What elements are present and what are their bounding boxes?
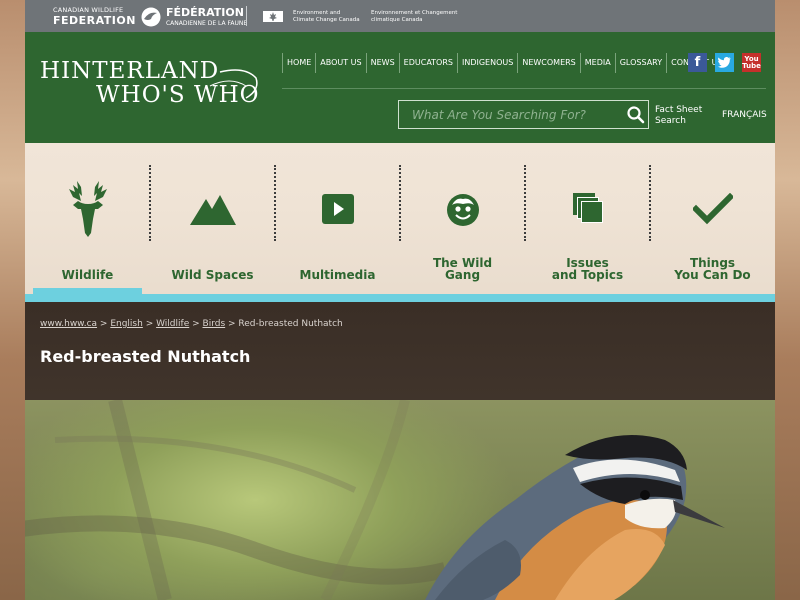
cwf-big-text: FEDERATION (53, 13, 136, 27)
cwf-bird-icon (141, 7, 161, 26)
page: CANADIAN WILDLIFE FEDERATION FÉDÉRATION … (25, 0, 775, 600)
eccc-en-text: Environment and Climate Change Canada (293, 10, 360, 23)
category-label: Multimedia (299, 268, 376, 282)
cwf-small-text: CANADIAN WILDLIFE (53, 6, 124, 15)
main-nav: HOME ABOUT US NEWS EDUCATORS INDIGENOUS … (282, 53, 727, 73)
search-icon[interactable] (624, 103, 648, 127)
category-label-line2: and Topics (551, 268, 624, 282)
eccc-fr-text: Environnement et Changement climatique C… (371, 10, 458, 23)
search-box (398, 100, 649, 129)
fact-sheet-line1: Fact Sheet (655, 105, 703, 115)
fact-sheet-line2: Search (655, 116, 686, 127)
breadcrumb-separator: > (192, 319, 203, 329)
search-input[interactable] (399, 101, 624, 128)
nav-indigenous[interactable]: INDIGENOUS (456, 53, 517, 73)
title-panel: www.hww.ca > English > Wildlife > Birds … (25, 302, 775, 400)
nav-educators[interactable]: EDUCATORS (398, 53, 457, 73)
category-label: Wild Spaces (171, 268, 254, 282)
header-divider (282, 88, 766, 89)
eccc-logo[interactable]: Environment and Climate Change Canada En… (263, 10, 461, 23)
nav-news[interactable]: NEWS (365, 53, 399, 73)
hinterland-logo[interactable]: HINTERLAND WHO'S WHO (40, 60, 260, 107)
play-icon (275, 194, 400, 224)
checkmark-icon (650, 193, 775, 225)
nuthatch-photo-illustration (25, 400, 725, 600)
breadcrumb-current: Red-breasted Nuthatch (238, 319, 343, 329)
site-header: HINTERLAND WHO'S WHO HOME ABOUT US NEWS … (25, 32, 775, 143)
category-label: Wildlife (61, 268, 114, 282)
category-underline-bar (25, 294, 775, 302)
twitter-icon[interactable] (715, 53, 734, 72)
breadcrumb-birds[interactable]: Birds (203, 319, 226, 329)
breadcrumb-english[interactable]: English (110, 319, 143, 329)
page-title: Red-breasted Nuthatch (40, 347, 251, 366)
mountain-icon (150, 193, 275, 225)
category-label-line2: You Can Do (674, 268, 751, 282)
breadcrumb-separator: > (145, 319, 157, 329)
partner-bar: CANADIAN WILDLIFE FEDERATION FÉDÉRATION … (25, 0, 775, 32)
category-wildlife[interactable]: Wildlife (25, 143, 150, 295)
category-wild-gang[interactable]: The Wild Gang (400, 143, 525, 295)
fcf-big-text: FÉDÉRATION (165, 6, 244, 19)
breadcrumb: www.hww.ca > English > Wildlife > Birds … (40, 319, 343, 329)
nav-media[interactable]: MEDIA (579, 53, 615, 73)
category-wild-spaces[interactable]: Wild Spaces (150, 143, 275, 295)
breadcrumb-home[interactable]: www.hww.ca (40, 319, 97, 329)
fcf-small-text: CANADIENNE DE LA FAUNE (165, 20, 248, 27)
hero-photo (25, 400, 775, 600)
category-multimedia[interactable]: Multimedia (275, 143, 400, 295)
nav-home[interactable]: HOME (282, 53, 315, 73)
nav-glossary[interactable]: GLOSSARY (614, 53, 666, 73)
social-links: f You Tube (688, 53, 761, 72)
deer-icon (25, 179, 150, 239)
facebook-icon[interactable]: f (688, 53, 707, 72)
category-issues-topics[interactable]: Issues and Topics (525, 143, 650, 295)
youtube-tube: Tube (742, 61, 761, 70)
face-icon (400, 193, 525, 227)
breadcrumb-separator: > (228, 319, 239, 329)
nav-newcomers[interactable]: NEWCOMERS (517, 53, 579, 73)
fact-sheet-search-link[interactable]: Fact Sheet Search (655, 105, 702, 128)
breadcrumb-wildlife[interactable]: Wildlife (156, 319, 189, 329)
logo-swirl-icon (209, 69, 258, 99)
language-toggle[interactable]: FRANÇAIS (722, 110, 767, 120)
breadcrumb-separator: > (99, 319, 111, 329)
category-things-you-can-do[interactable]: Things You Can Do (650, 143, 775, 295)
category-nav: Wildlife Wild Spaces Multimedia The Wild… (25, 143, 775, 302)
partner-divider (246, 6, 247, 26)
youtube-icon[interactable]: You Tube (742, 53, 761, 72)
nav-about-us[interactable]: ABOUT US (315, 53, 365, 73)
stacked-squares-icon (525, 193, 650, 223)
cwf-logo[interactable]: CANADIAN WILDLIFE FEDERATION FÉDÉRATION … (53, 6, 247, 27)
canada-flag-icon (263, 11, 283, 23)
category-label-line2: Gang (444, 268, 481, 282)
